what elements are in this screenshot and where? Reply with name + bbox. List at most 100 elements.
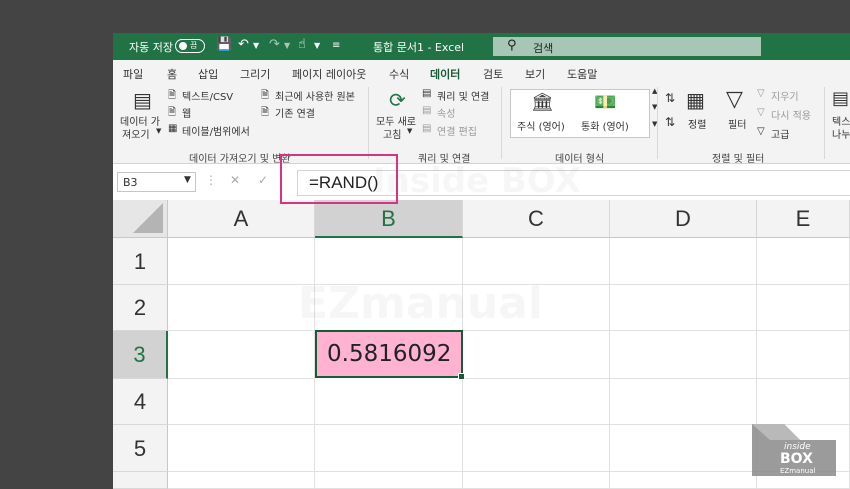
fill-handle[interactable] xyxy=(458,373,465,380)
active-cell-value: 0.5816092 xyxy=(327,341,452,367)
cell-b4[interactable] xyxy=(315,379,463,425)
redo-dropdown-icon[interactable]: ▼ xyxy=(284,41,290,50)
sort-desc-icon[interactable]: ⇅ xyxy=(665,115,675,129)
reapply-icon: ▽ xyxy=(757,107,765,118)
customize-toolbar-icon[interactable]: ≡ xyxy=(332,40,340,51)
save-icon[interactable]: 💾 xyxy=(216,37,232,52)
tab-home[interactable]: 홈 xyxy=(167,66,177,82)
row-header-4[interactable]: 4 xyxy=(113,379,168,425)
advanced-button[interactable]: 고급 xyxy=(771,126,789,141)
cancel-icon[interactable]: ✕ xyxy=(230,173,240,187)
from-text-csv-button[interactable]: 텍스트/CSV xyxy=(182,88,233,103)
cell-c4[interactable] xyxy=(463,379,610,425)
cell-c6[interactable] xyxy=(463,472,610,489)
name-box-value: B3 xyxy=(123,176,138,189)
cell-e1[interactable] xyxy=(757,238,850,285)
sort-asc-icon[interactable]: ⇅ xyxy=(665,91,675,105)
column-header-a[interactable]: A xyxy=(168,200,315,238)
cell-a6[interactable] xyxy=(168,472,315,489)
logo-text-bot: EZmanual xyxy=(780,467,816,475)
reapply-button[interactable]: 다시 적용 xyxy=(771,107,811,122)
group-get-data-label: 데이터 가져오기 및 변환 xyxy=(189,154,291,165)
from-table-range-button[interactable]: 테이블/범위에서 xyxy=(182,123,250,138)
cell-d5[interactable] xyxy=(610,425,757,472)
row-header-1[interactable]: 1 xyxy=(113,238,168,285)
edit-links-icon: ▤ xyxy=(422,123,432,134)
cell-a4[interactable] xyxy=(168,379,315,425)
refresh-icon: ⟳ xyxy=(389,88,406,112)
document-title: 통합 문서1 - Excel xyxy=(373,41,465,54)
cell-a2[interactable] xyxy=(168,285,315,331)
clear-icon: ▽ xyxy=(757,88,765,99)
tab-page-layout[interactable]: 페이지 레이아웃 xyxy=(292,66,366,82)
cell-a3[interactable] xyxy=(168,331,315,379)
row-header-6[interactable] xyxy=(113,472,168,489)
tab-draw[interactable]: 그리기 xyxy=(240,66,270,82)
cell-a1[interactable] xyxy=(168,238,315,285)
cell-d4[interactable] xyxy=(610,379,757,425)
formula-highlight-box xyxy=(280,154,398,204)
undo-icon[interactable]: ↶ xyxy=(238,37,249,52)
column-header-e[interactable]: E xyxy=(757,200,850,238)
clear-button[interactable]: 지우기 xyxy=(771,88,799,103)
touch-dropdown-icon[interactable]: ▼ xyxy=(314,41,320,50)
autosave-toggle[interactable]: 끔 xyxy=(175,39,205,53)
ribbon: ▤ 데이터 가 져오기 ▼ 🗎 텍스트/CSV 🗎 웹 ▦ 테이블/범위에서 🗎… xyxy=(113,83,850,165)
cell-d2[interactable] xyxy=(610,285,757,331)
web-icon: 🗎 xyxy=(168,107,177,118)
cell-e4[interactable] xyxy=(757,379,850,425)
tab-formulas[interactable]: 수식 xyxy=(389,66,409,82)
cell-d3[interactable] xyxy=(610,331,757,379)
group-sort-filter-label: 정렬 및 필터 xyxy=(712,154,765,165)
get-data-label-2: 져오기 xyxy=(122,130,150,141)
touch-mode-icon[interactable]: ☝ xyxy=(298,37,306,52)
row-header-2[interactable]: 2 xyxy=(113,285,168,331)
tab-data[interactable]: 데이터 xyxy=(430,66,461,87)
undo-dropdown-icon[interactable]: ▼ xyxy=(253,41,259,50)
logo-text-mid: BOX xyxy=(780,451,813,467)
tab-view[interactable]: 보기 xyxy=(525,66,545,82)
ribbon-tabs: 파일 홈 삽입 그리기 페이지 레이아웃 수식 데이터 검토 보기 도움말 xyxy=(113,60,850,87)
search-box[interactable]: ⚲ 검색 xyxy=(493,37,761,56)
cell-e2[interactable] xyxy=(757,285,850,331)
cell-b5[interactable] xyxy=(315,425,463,472)
from-web-button[interactable]: 웹 xyxy=(182,105,191,120)
currencies-label: 통화 (영어) xyxy=(581,122,629,133)
properties-button[interactable]: 속성 xyxy=(437,105,455,120)
existing-connections-button[interactable]: 기존 연결 xyxy=(275,105,315,120)
cell-c3[interactable] xyxy=(463,331,610,379)
cell-b6[interactable] xyxy=(315,472,463,489)
cell-e3[interactable] xyxy=(757,331,850,379)
column-header-d[interactable]: D xyxy=(610,200,757,238)
money-icon: 💵 xyxy=(594,92,617,113)
cell-c5[interactable] xyxy=(463,425,610,472)
row-header-5[interactable]: 5 xyxy=(113,425,168,472)
text-to-columns-icon: ▤ xyxy=(832,88,850,109)
recent-sources-button[interactable]: 최근에 사용한 원본 xyxy=(275,88,355,103)
active-cell-b3[interactable]: 0.5816092 xyxy=(315,330,465,380)
tab-review[interactable]: 검토 xyxy=(483,66,503,82)
watermark-line2: EZmanual xyxy=(298,278,543,329)
advanced-icon: ▽ xyxy=(757,126,765,137)
queries-connections-button[interactable]: 쿼리 및 연결 xyxy=(437,88,489,103)
more-icon: ⋮ xyxy=(205,173,217,187)
cell-d1[interactable] xyxy=(610,238,757,285)
redo-icon[interactable]: ↷ xyxy=(269,37,280,52)
name-box[interactable]: B3 ▼ xyxy=(117,172,196,192)
column-header-c[interactable]: C xyxy=(463,200,610,238)
search-placeholder: 검색 xyxy=(533,42,554,55)
enter-icon[interactable]: ✓ xyxy=(258,173,268,187)
column-header-b[interactable]: B xyxy=(315,200,463,238)
select-all-button[interactable] xyxy=(113,200,168,238)
worksheet-grid: A B C D E 1 2 3 4 5 xyxy=(113,200,850,489)
tab-insert[interactable]: 삽입 xyxy=(198,66,218,82)
tab-help[interactable]: 도움말 xyxy=(567,66,597,82)
name-box-dropdown-icon[interactable]: ▼ xyxy=(184,175,191,185)
database-icon: ▤ xyxy=(133,88,152,112)
row-header-3[interactable]: 3 xyxy=(113,331,168,379)
group-separator xyxy=(824,87,825,159)
cell-a5[interactable] xyxy=(168,425,315,472)
cell-d6[interactable] xyxy=(610,472,757,489)
edit-links-button[interactable]: 연결 편집 xyxy=(437,123,477,138)
tab-file[interactable]: 파일 xyxy=(123,66,143,82)
